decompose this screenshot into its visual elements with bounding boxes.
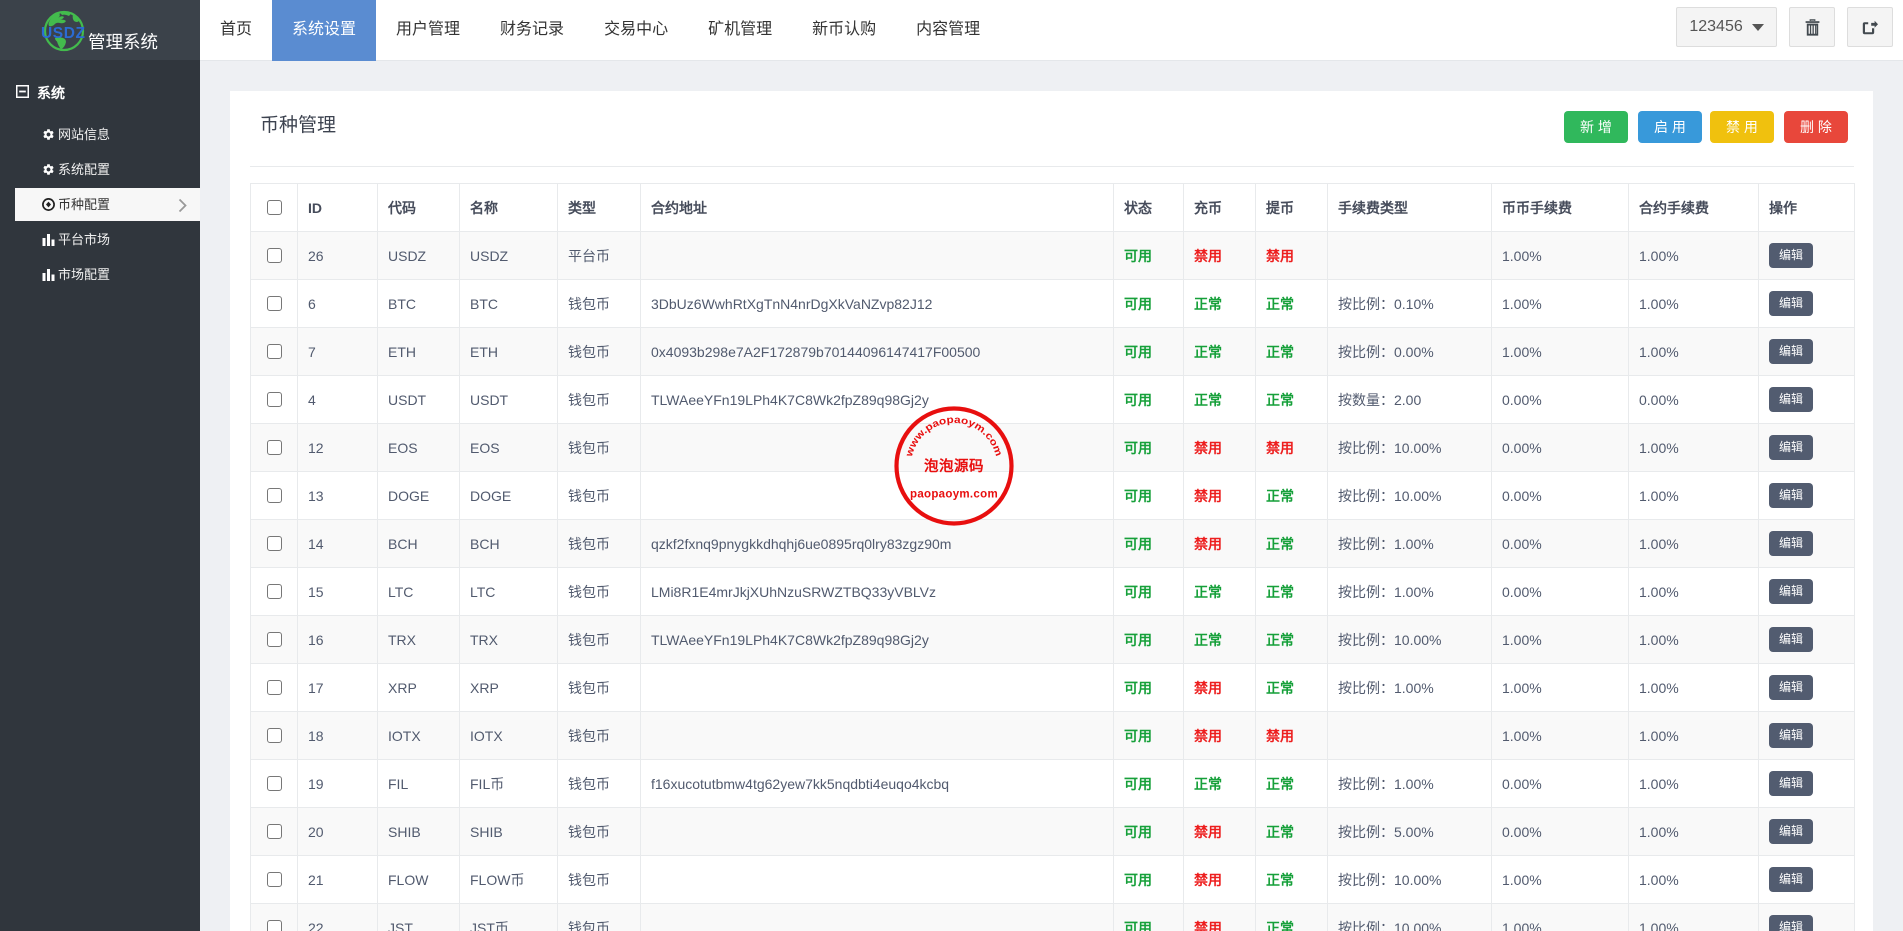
- svg-text:泡泡源码: 泡泡源码: [924, 457, 984, 475]
- svg-text:USDZ: USDZ: [41, 25, 86, 42]
- svg-text:管理系统: 管理系统: [88, 32, 158, 52]
- svg-text:paopaoym.com: paopaoym.com: [910, 489, 998, 501]
